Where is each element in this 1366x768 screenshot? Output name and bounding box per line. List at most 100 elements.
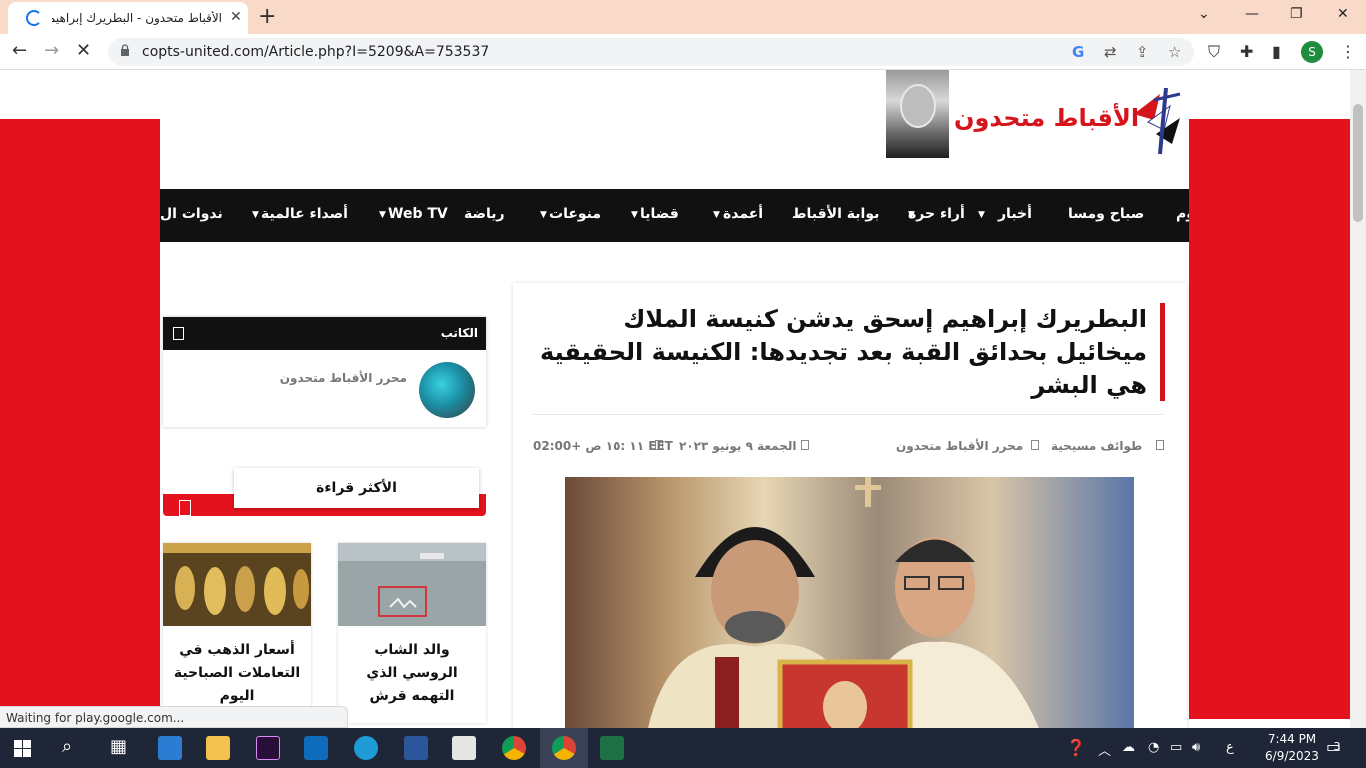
- address-bar[interactable]: copts-united.com/Article.php?I=5209&A=75…: [108, 38, 1194, 66]
- author-user-icon: [1031, 440, 1039, 450]
- chevron-down-icon: ▼: [540, 210, 547, 220]
- nav-item-misc[interactable]: منوعات: [549, 206, 601, 222]
- site-logo[interactable]: الأقباط متحدون: [950, 78, 1186, 158]
- article-title: البطريرك إبراهيم إسحق يدشن كنيسة الملاك …: [540, 305, 1147, 399]
- nav-item-sports[interactable]: رياضة: [464, 206, 505, 222]
- loading-spinner-icon: [26, 10, 42, 26]
- notification-count: 3: [1333, 740, 1341, 753]
- right-red-banner: [1189, 119, 1350, 719]
- article-author[interactable]: محرر الأقباط متحدون: [896, 439, 1023, 453]
- author-widget-header: الكاتب: [163, 317, 486, 350]
- article-photo-illustration: [648, 477, 1039, 728]
- url-text[interactable]: copts-united.com/Article.php?I=5209&A=75…: [142, 44, 489, 60]
- chevron-down-icon: ▼: [713, 210, 720, 220]
- chevron-down-icon: ▼: [631, 210, 638, 220]
- news-headline[interactable]: والد الشاب الروسي الذي التهمه قرش: [346, 639, 478, 708]
- new-tab-button[interactable]: +: [258, 4, 276, 29]
- close-window-button[interactable]: ✕: [1337, 6, 1349, 22]
- cloud-network-icon[interactable]: ☁: [1122, 740, 1135, 755]
- taskbar-date[interactable]: 6/9/2023: [1256, 749, 1328, 763]
- site-logo-text: الأقباط متحدون: [954, 104, 1140, 132]
- word-app-icon[interactable]: [404, 736, 428, 760]
- nav-item-seminars[interactable]: ندوات ال: [160, 206, 223, 222]
- chrome-menu-icon[interactable]: ⋮: [1340, 42, 1356, 61]
- nav-item-issues[interactable]: قضايا: [640, 206, 679, 222]
- browser-tab[interactable]: الأقباط متحدون - البطريرك إبراهيم إسحق ✕: [8, 2, 248, 34]
- chevron-down-icon: ▼: [252, 210, 259, 220]
- calendar-icon: [801, 440, 809, 450]
- news-headline[interactable]: أسعار الذهب في التعاملات الصباحية اليوم: [171, 639, 303, 708]
- forward-button[interactable]: →: [44, 40, 59, 61]
- founder-portrait: [886, 70, 949, 158]
- nav-item-world-echoes[interactable]: أصداء عالمية: [261, 206, 348, 222]
- restore-button[interactable]: ❐: [1290, 6, 1303, 22]
- file-explorer-icon[interactable]: [206, 736, 230, 760]
- scrollbar-thumb[interactable]: [1353, 104, 1363, 222]
- nav-item-web-tv[interactable]: Web TV: [388, 206, 448, 222]
- mail-app-icon[interactable]: [158, 736, 182, 760]
- main-navigation: يوم صباح ومسا أخبار ▼ أراء حرة ▼ بوابة ا…: [160, 189, 1189, 242]
- article-card: البطريرك إبراهيم إسحق يدشن كنيسة الملاك …: [513, 283, 1187, 728]
- chevron-down-icon: ▼: [908, 210, 915, 220]
- article-photo: [565, 477, 1134, 728]
- author-widget-name[interactable]: محرر الأقباط متحدون: [223, 371, 407, 385]
- left-red-banner: [0, 119, 160, 719]
- share-icon[interactable]: ⇪: [1136, 43, 1149, 61]
- title-divider: [533, 414, 1163, 415]
- minimize-button[interactable]: —: [1245, 6, 1259, 22]
- extensions-puzzle-icon[interactable]: ✚: [1240, 42, 1253, 61]
- nav-item-opinions[interactable]: أراء حرة: [908, 206, 965, 222]
- logo-emblem-icon: [1134, 87, 1181, 155]
- author-widget: الكاتب محرر الأقباط متحدون: [163, 317, 486, 427]
- news-thumbnail: [163, 543, 311, 626]
- google-lens-icon[interactable]: G: [1072, 43, 1084, 61]
- nav-item-news[interactable]: أخبار: [998, 206, 1032, 222]
- shield-extension-icon[interactable]: ⛉: [1208, 42, 1220, 62]
- article-category[interactable]: طوائف مسيحية: [1051, 439, 1142, 453]
- news-card[interactable]: أسعار الذهب في التعاملات الصباحية اليوم: [163, 543, 311, 723]
- tab-search-icon[interactable]: ⌄: [1198, 6, 1210, 22]
- bookmark-star-icon[interactable]: ☆: [1168, 43, 1181, 61]
- side-panel-icon[interactable]: ▮: [1272, 42, 1281, 61]
- windows-taskbar: ⌕ ▦ ❓ ︿ ☁ ◔ ▭ 🔊︎ ع 7:44 PM 6/9/2023 ▭ 3: [0, 728, 1366, 768]
- translate-icon[interactable]: ⇄: [1104, 43, 1117, 61]
- page-scrollbar[interactable]: [1350, 70, 1366, 728]
- outlook-app-icon[interactable]: [304, 736, 328, 760]
- chevron-down-icon: ▼: [379, 210, 386, 220]
- nav-item-columns[interactable]: أعمدة: [723, 206, 763, 222]
- edge-browser-icon[interactable]: [354, 736, 378, 760]
- nav-item-copts-gate[interactable]: بوابة الأقباط: [792, 206, 879, 222]
- chrome-app-icon[interactable]: [502, 736, 526, 760]
- back-button[interactable]: ←: [12, 40, 27, 61]
- search-icon[interactable]: ⌕: [62, 736, 72, 757]
- lock-icon: [121, 44, 129, 56]
- close-tab-icon[interactable]: ✕: [230, 9, 242, 25]
- browser-status-bubble: Waiting for play.google.com...: [0, 706, 348, 728]
- author-avatar[interactable]: [419, 362, 475, 418]
- article-date: الجمعة ٩ يونيو ٢٠٢٣: [679, 439, 797, 453]
- most-read-heading: الأكثر قراءة: [234, 468, 479, 508]
- chrome-active-app-icon[interactable]: [552, 736, 576, 760]
- chevron-down-icon: ▼: [978, 210, 985, 220]
- volume-icon[interactable]: 🔊︎: [1192, 740, 1200, 755]
- news-card[interactable]: والد الشاب الروسي الذي التهمه قرش: [338, 543, 486, 723]
- battery-icon[interactable]: ▭: [1170, 740, 1182, 755]
- nav-item-today[interactable]: يوم: [1176, 206, 1189, 222]
- profile-avatar[interactable]: S: [1301, 41, 1323, 63]
- help-badge-icon[interactable]: ❓: [1066, 738, 1086, 757]
- taskbar-time[interactable]: 7:44 PM: [1256, 732, 1328, 746]
- stop-loading-button[interactable]: ✕: [76, 40, 91, 61]
- wifi-icon[interactable]: ◔: [1148, 740, 1159, 755]
- store-app-icon[interactable]: [452, 736, 476, 760]
- windows-start-icon[interactable]: [14, 740, 31, 757]
- input-language[interactable]: ع: [1226, 740, 1234, 755]
- show-hidden-icons-chevron-icon[interactable]: ︿: [1098, 740, 1111, 759]
- nav-item-morning-evening[interactable]: صباح ومسا: [1068, 206, 1144, 222]
- page-viewport: الأقباط متحدون يوم صباح ومسا أخبار ▼ أرا…: [0, 70, 1350, 728]
- list-icon: [179, 500, 191, 516]
- premiere-app-icon[interactable]: [256, 736, 280, 760]
- excel-app-icon[interactable]: [600, 736, 624, 760]
- category-folder-icon: [1156, 440, 1164, 450]
- author-widget-title: الكاتب: [440, 326, 478, 340]
- task-view-icon[interactable]: ▦: [110, 736, 127, 757]
